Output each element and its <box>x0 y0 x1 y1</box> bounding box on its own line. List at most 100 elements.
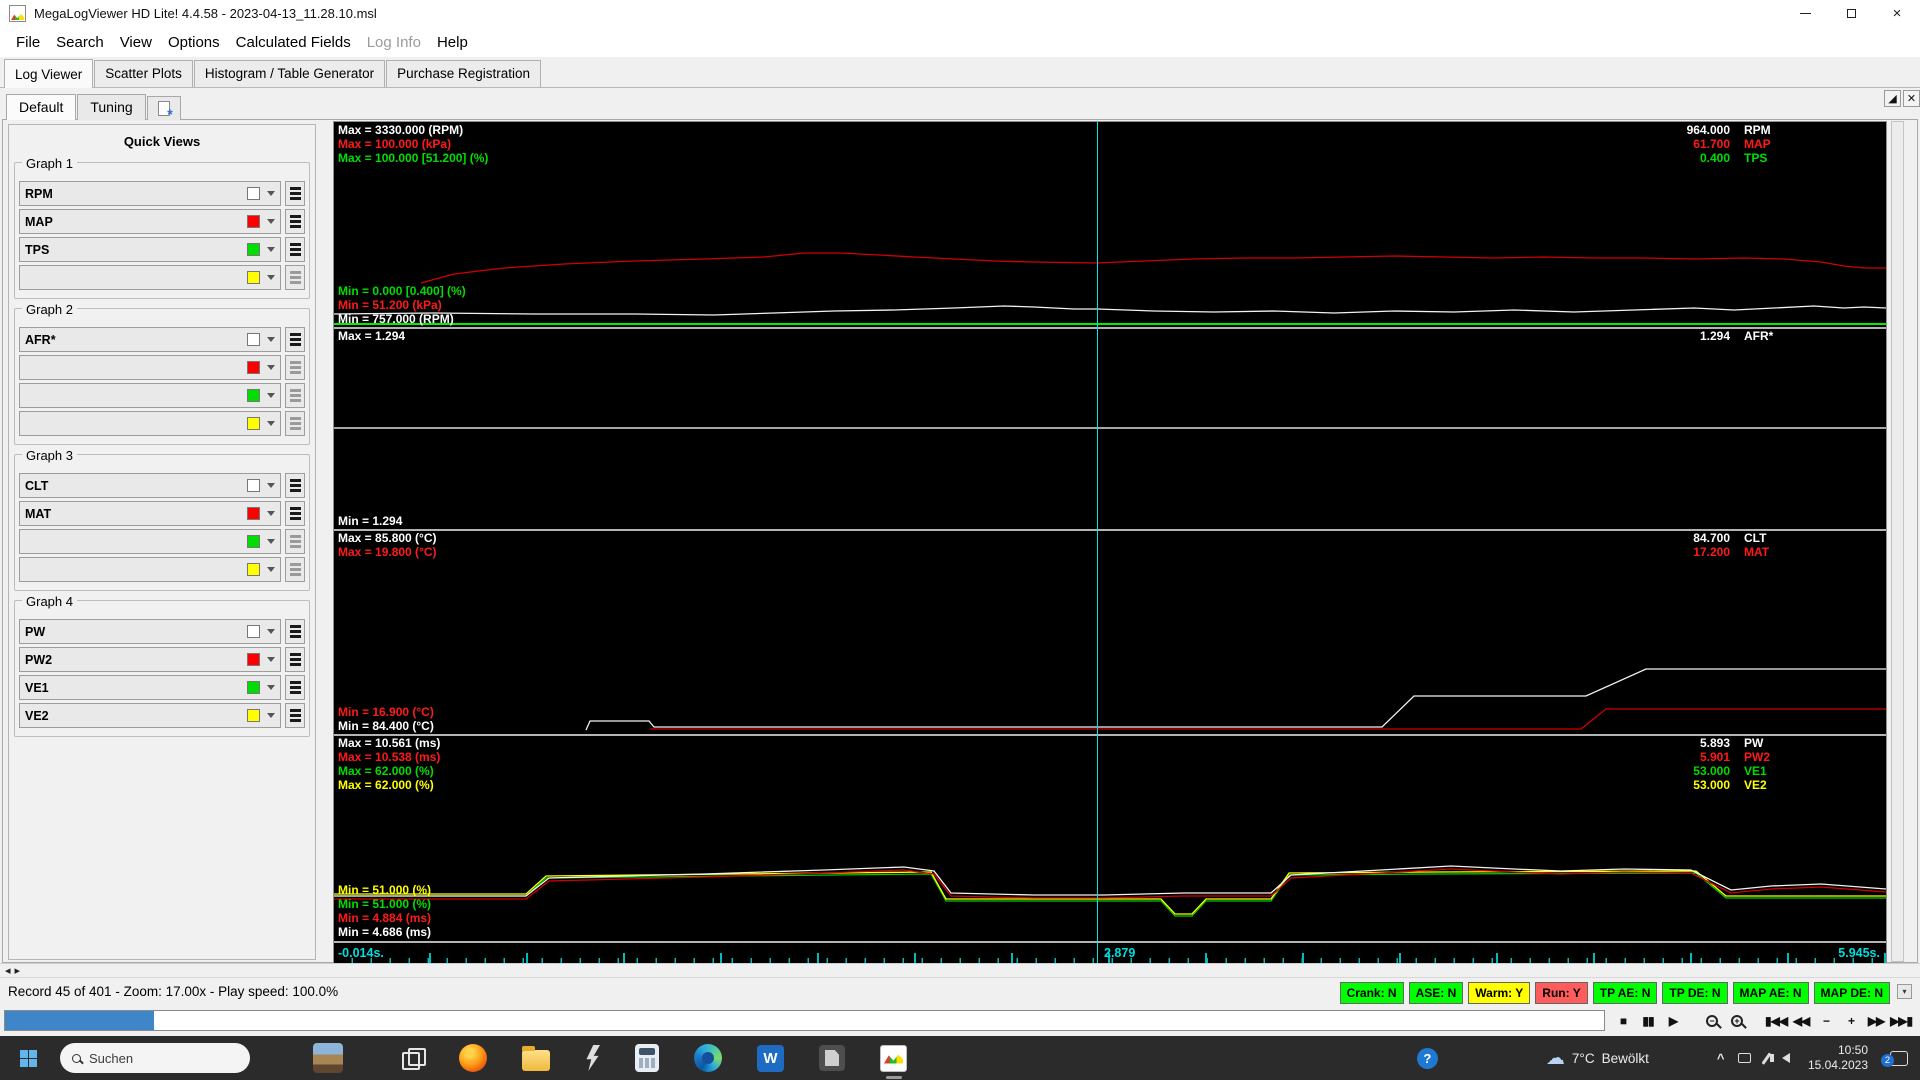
tray-expand-icon[interactable]: ^ <box>1717 1051 1725 1066</box>
explorer-icon[interactable] <box>522 1045 550 1071</box>
taskbar-search-input[interactable]: Suchen <box>60 1043 250 1073</box>
channel-menu-button[interactable] <box>285 181 305 206</box>
taskbar-clock[interactable]: 10:50 15.04.2023 <box>1808 1043 1868 1073</box>
quick-views-title: Quick Views <box>123 134 201 149</box>
minimize-button[interactable] <box>1782 0 1828 27</box>
zoom-decrease-button[interactable]: − <box>1815 1010 1837 1032</box>
view-tab-default[interactable]: Default <box>6 94 77 120</box>
stop-button[interactable]: ■ <box>1612 1010 1634 1032</box>
tab-histogram-table-generator[interactable]: Histogram / Table Generator <box>193 60 386 87</box>
channel-select-rpm[interactable]: RPM <box>19 181 281 206</box>
channel-menu-button[interactable] <box>285 327 305 352</box>
rewind-button[interactable]: ◀◀ <box>1790 1010 1812 1032</box>
channel-select-mat[interactable]: MAT <box>19 501 281 526</box>
channel-select-afr[interactable]: AFR* <box>19 327 281 352</box>
time-axis: -0.014s. 2.879 5.945s. <box>334 941 1886 963</box>
menu-options[interactable]: Options <box>160 30 228 55</box>
media-icon[interactable] <box>819 1045 845 1071</box>
channel-menu-button[interactable] <box>285 355 305 380</box>
channel-menu-button[interactable] <box>285 237 305 262</box>
dropdown-caret-icon <box>267 567 275 572</box>
channel-menu-button[interactable] <box>285 675 305 700</box>
graph-panel-1[interactable]: Max = 3330.000 (RPM) Max = 100.000 (kPa) M… <box>334 122 1886 328</box>
skip-end-button[interactable]: ▶▶▮ <box>1890 1010 1913 1032</box>
channel-select[interactable] <box>19 529 281 554</box>
channel-menu-button[interactable] <box>285 647 305 672</box>
word-icon[interactable]: W <box>757 1044 784 1072</box>
notification-center-icon[interactable]: 2 <box>1881 1050 1908 1067</box>
dock-arrow-icon[interactable]: ◢ <box>1884 90 1901 107</box>
tray-volume-icon[interactable] <box>1769 1053 1790 1063</box>
graph-panel-4[interactable]: Max = 10.561 (ms) Max = 10.538 (ms) Max = … <box>334 735 1886 941</box>
fast-forward-button[interactable]: ▶▶ <box>1865 1010 1887 1032</box>
weather-widget[interactable]: ☁ 7°C Bewölkt <box>1546 1047 1649 1070</box>
dropdown-caret-icon <box>267 247 275 252</box>
edge-icon[interactable] <box>694 1044 722 1072</box>
channel-select-tps[interactable]: TPS <box>19 237 281 262</box>
panel-close-icon[interactable]: ✕ <box>1903 90 1920 107</box>
menu-view[interactable]: View <box>112 30 160 55</box>
tray-display-icon[interactable] <box>1738 1053 1752 1063</box>
channel-select[interactable] <box>19 265 281 290</box>
channel-menu-button[interactable] <box>285 265 305 290</box>
menu-search[interactable]: Search <box>48 30 112 55</box>
channel-select-pw[interactable]: PW <box>19 619 281 644</box>
channel-select[interactable] <box>19 411 281 436</box>
channel-menu-button[interactable] <box>285 501 305 526</box>
bolt-icon[interactable] <box>586 1045 600 1071</box>
skip-start-button[interactable]: ▮◀◀ <box>1765 1010 1788 1032</box>
megalogviewer-icon[interactable] <box>880 1044 907 1072</box>
weather-temp: 7°C <box>1571 1050 1595 1066</box>
start-button-icon[interactable] <box>20 1049 37 1067</box>
channel-menu-button[interactable] <box>285 529 305 554</box>
channel-select[interactable] <box>19 355 281 380</box>
channel-select-pw2[interactable]: PW2 <box>19 647 281 672</box>
color-swatch <box>247 681 260 694</box>
channel-menu-button[interactable] <box>285 383 305 408</box>
graph-panel-3[interactable]: Max = 85.800 (°C) Max = 19.800 (°C) Min = … <box>334 530 1886 735</box>
view-tab-tuning[interactable]: Tuning <box>77 94 146 120</box>
tab-log-viewer[interactable]: Log Viewer <box>4 59 94 88</box>
tab-purchase-registration[interactable]: Purchase Registration <box>386 60 541 87</box>
close-button[interactable]: × <box>1874 0 1920 27</box>
channel-select[interactable] <box>19 557 281 582</box>
calculator-icon[interactable] <box>635 1044 659 1072</box>
channel-select-ve1[interactable]: VE1 <box>19 675 281 700</box>
scroll-left-icon[interactable]: ◂ <box>5 965 11 976</box>
channel-menu-button[interactable] <box>285 209 305 234</box>
channel-select[interactable] <box>19 383 281 408</box>
zoom-in-button[interactable]: + <box>1726 1010 1748 1032</box>
menu-calculated-fields[interactable]: Calculated Fields <box>228 30 359 55</box>
tab-scatter-plots[interactable]: Scatter Plots <box>94 60 193 87</box>
graph-panel-2[interactable]: Max = 1.294 Min = 1.294 1.294 AFR* <box>334 328 1886 530</box>
zoom-out-button[interactable]: − <box>1701 1010 1723 1032</box>
scroll-right-icon[interactable]: ▸ <box>15 965 21 976</box>
channel-menu-button[interactable] <box>285 557 305 582</box>
channel-menu-button[interactable] <box>285 473 305 498</box>
time-cursor-line[interactable] <box>1097 122 1098 963</box>
channel-menu-button[interactable] <box>285 619 305 644</box>
menu-help[interactable]: Help <box>429 30 476 55</box>
channel-menu-button[interactable] <box>285 411 305 436</box>
graph-area[interactable]: -0.014s. 2.879 5.945s. Max = 3330.000 (R… <box>333 121 1887 964</box>
firefox-icon[interactable] <box>459 1044 487 1072</box>
dropdown-caret-icon <box>267 657 275 662</box>
maximize-button[interactable] <box>1828 0 1874 27</box>
log-progress-bar[interactable] <box>4 1010 1605 1031</box>
zoom-increase-button[interactable]: + <box>1840 1010 1862 1032</box>
horizontal-scrollbar[interactable]: ◂ ▸ <box>0 963 1920 977</box>
photos-icon[interactable] <box>313 1043 343 1073</box>
indicator-scroll-button[interactable]: ▾ <box>1897 984 1912 999</box>
channel-select-clt[interactable]: CLT <box>19 473 281 498</box>
menu-log-info[interactable]: Log Info <box>359 30 429 55</box>
help-icon[interactable]: ? <box>1416 1047 1438 1069</box>
task-view-icon[interactable] <box>400 1046 426 1070</box>
menu-file[interactable]: File <box>8 30 48 55</box>
graph-vertical-scrollbar[interactable] <box>1891 121 1904 962</box>
pause-button[interactable]: ▮▮ <box>1637 1010 1659 1032</box>
channel-select-map[interactable]: MAP <box>19 209 281 234</box>
channel-select-ve2[interactable]: VE2 <box>19 703 281 728</box>
new-view-tab-button[interactable] <box>146 96 181 122</box>
channel-menu-button[interactable] <box>285 703 305 728</box>
play-button[interactable]: ▶ <box>1662 1010 1684 1032</box>
